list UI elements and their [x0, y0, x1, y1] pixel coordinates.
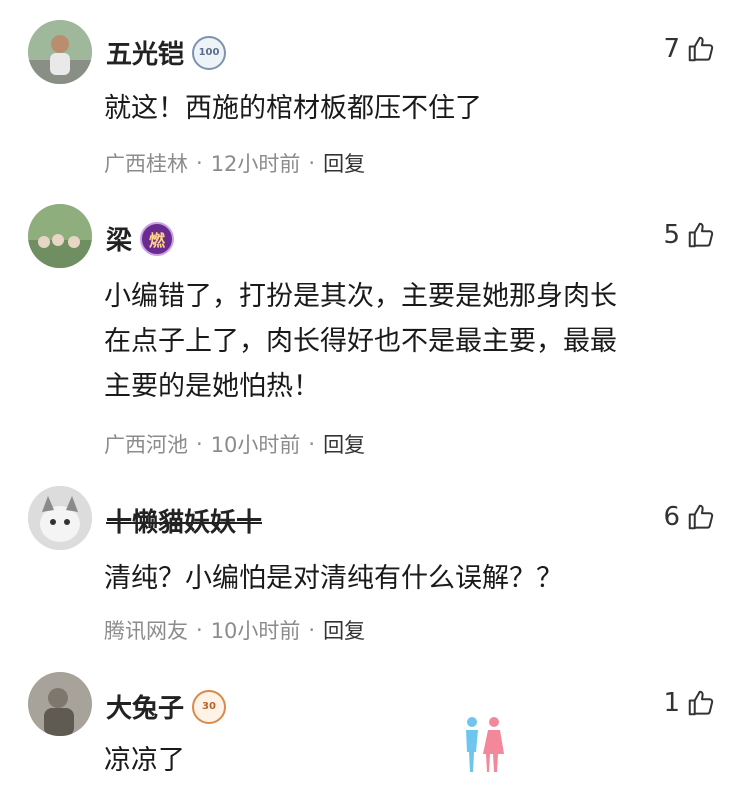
like-button[interactable]: 5	[663, 220, 716, 250]
separator: ·	[196, 151, 203, 175]
username-row: 梁 燃	[106, 220, 175, 257]
location: 腾讯网友	[104, 619, 188, 643]
comment-text: 小编错了，打扮是其次，主要是她那身肉长 在点子上了，肉长得好也不是最主要，最最 …	[104, 281, 617, 402]
comment-text: 就这！西施的棺材板都压不住了	[104, 93, 482, 124]
username[interactable]: 五光铠	[106, 34, 184, 71]
thumbs-up-icon	[688, 222, 714, 248]
like-button[interactable]: 6	[663, 502, 716, 532]
location: 广西桂林	[104, 152, 188, 176]
thumbs-up-icon	[688, 36, 714, 62]
like-count: 1	[663, 688, 680, 718]
username[interactable]: 大兔子	[106, 688, 184, 725]
avatar[interactable]	[28, 204, 92, 268]
separator: ·	[196, 618, 203, 642]
like-count: 7	[663, 34, 680, 64]
like-count: 6	[663, 502, 680, 532]
avatar[interactable]	[28, 20, 92, 84]
username[interactable]: 十懒貓妖妖十	[106, 502, 262, 539]
thumbs-up-icon	[688, 504, 714, 530]
comment-meta: 广西河池 · 10小时前 · 回复	[104, 429, 365, 459]
username[interactable]: 梁	[106, 220, 132, 257]
separator: ·	[308, 151, 316, 175]
like-button[interactable]: 7	[663, 34, 716, 64]
comment-meta: 腾讯网友 · 10小时前 · 回复	[104, 615, 365, 645]
separator: ·	[308, 618, 316, 642]
location: 广西河池	[104, 433, 188, 457]
reply-button[interactable]: 回复	[323, 615, 365, 645]
timestamp: 12小时前	[210, 152, 301, 176]
avatar[interactable]	[28, 486, 92, 550]
level-badge-icon: 30	[192, 689, 227, 724]
like-count: 5	[663, 220, 680, 250]
timestamp: 10小时前	[210, 619, 301, 643]
comment-meta: 广西桂林 · 12小时前 · 回复	[104, 148, 365, 178]
couple-icon	[466, 717, 504, 772]
reply-button[interactable]: 回复	[323, 429, 365, 459]
thumbs-up-icon	[688, 690, 714, 716]
timestamp: 10小时前	[210, 433, 301, 457]
reply-button[interactable]: 回复	[323, 148, 365, 178]
username-row: 大兔子 30	[106, 688, 227, 725]
level-badge-icon: 100	[192, 35, 227, 70]
separator: ·	[308, 432, 316, 456]
username-row: 五光铠 100	[106, 34, 227, 71]
separator: ·	[196, 432, 203, 456]
username-row: 十懒貓妖妖十	[106, 502, 262, 539]
comment-text: 清纯？小编怕是对清纯有什么误解？？	[104, 563, 563, 594]
flame-badge-icon: 燃	[140, 221, 175, 256]
avatar[interactable]	[28, 672, 92, 736]
comment-text: 凉凉了	[104, 745, 185, 776]
like-button[interactable]: 1	[663, 688, 716, 718]
